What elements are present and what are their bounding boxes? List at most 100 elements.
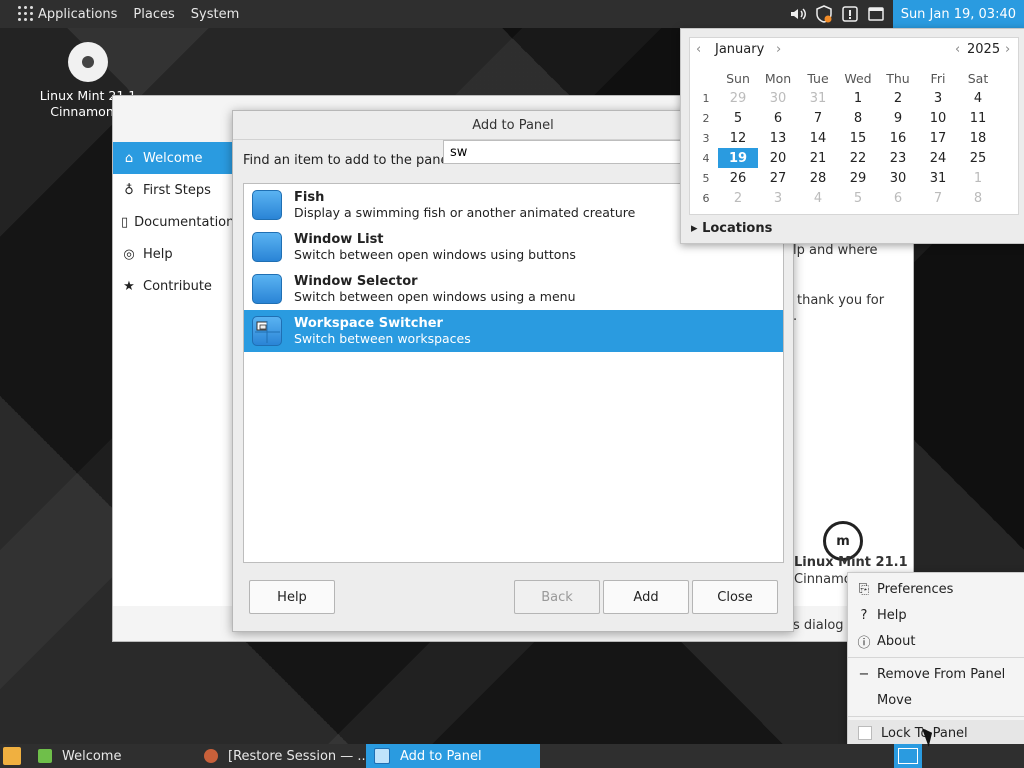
sidebar-item-label: Help [143,246,173,262]
calendar-day[interactable]: 19 [718,148,758,168]
workspace-switcher-applet[interactable] [894,744,922,768]
week-number: 4 [702,151,710,165]
calendar-day[interactable]: 5 [838,188,878,208]
lock-checkbox[interactable] [858,726,872,740]
calendar-day[interactable]: 29 [838,168,878,188]
task-restore-session[interactable]: [Restore Session — ... [196,744,372,768]
weekday-label: Thu [886,70,910,86]
calendar-day[interactable]: 11 [958,108,998,128]
calendar-day[interactable]: 13 [758,128,798,148]
calendar-day[interactable]: 28 [798,168,838,188]
calendar-day[interactable]: 21 [798,148,838,168]
calendar-day[interactable]: 31 [918,168,958,188]
weekday-label: Tue [807,70,829,86]
update-shield-icon[interactable] [813,3,835,25]
sidebar-item-welcome[interactable]: ⌂ Welcome [113,142,233,174]
calendar-day[interactable]: 27 [758,168,798,188]
item-description: Switch between open windows using a menu [294,289,576,304]
brand-line-1: Linux Mint 21.1 [794,555,908,570]
bulb-icon: ♁ [124,182,134,198]
menu-item-about[interactable]: ⓘ About [848,628,1024,654]
calendar-day[interactable]: 7 [918,188,958,208]
applet-context-menu: ⎘ Preferences ? Help ⓘ About − Remove Fr… [847,572,1024,746]
apps-grid-icon [18,6,34,22]
list-item[interactable]: Window Selector Switch between open wind… [244,268,783,310]
calendar-day[interactable]: 1 [958,168,998,188]
calendar-day[interactable]: 2 [718,188,758,208]
menu-item-preferences[interactable]: ⎘ Preferences [848,576,1024,602]
menu-item-lock[interactable]: Lock To Panel [848,720,1024,746]
calendar-day[interactable]: 10 [918,108,958,128]
clock[interactable]: Sun Jan 19, 03:40 [892,0,1024,28]
minus-icon: − [858,666,870,682]
calendar-day[interactable]: 25 [958,148,998,168]
calendar-day[interactable]: 2 [878,88,918,108]
calendar-day[interactable]: 5 [718,108,758,128]
calendar-day[interactable]: 6 [758,108,798,128]
window-list-applet-icon [252,232,282,262]
sidebar-item-contribute[interactable]: ★ Contribute [113,270,233,302]
item-name: Workspace Switcher [294,316,443,331]
places-menu[interactable]: Places [125,0,182,28]
sidebar-item-documentation[interactable]: ▯ Documentation [113,206,234,238]
locations-label: Locations [702,221,773,236]
show-desktop-button[interactable] [0,744,24,768]
calendar-day[interactable]: 7 [798,108,838,128]
next-month-icon[interactable]: › [776,42,781,57]
search-input[interactable] [443,140,693,164]
calendar-header: ‹ January › ‹ 2025 › [690,42,1018,62]
calendar-day[interactable]: 20 [758,148,798,168]
calendar-day[interactable]: 4 [958,88,998,108]
menu-item-label: About [877,633,916,649]
calendar-day[interactable]: 31 [798,88,838,108]
sidebar-item-first-steps[interactable]: ♁ First Steps [113,174,233,206]
calendar-day[interactable]: 16 [878,128,918,148]
close-button[interactable]: Close [692,580,778,614]
calendar-day[interactable]: 30 [878,168,918,188]
task-welcome[interactable]: Welcome [30,744,198,768]
locations-expander[interactable]: ▸ Locations [691,221,772,236]
system-menu[interactable]: System [183,0,247,28]
menu-item-label: Preferences [877,581,954,597]
calendar-day[interactable]: 3 [918,88,958,108]
calendar-day[interactable]: 29 [718,88,758,108]
calendar-day[interactable]: 1 [838,88,878,108]
calendar-day[interactable]: 12 [718,128,758,148]
calendar-day[interactable]: 6 [878,188,918,208]
weekday-label: Sat [967,70,989,86]
help-button[interactable]: Help [249,580,335,614]
calendar-day[interactable]: 4 [798,188,838,208]
calendar-day[interactable]: 23 [878,148,918,168]
workspace-icon[interactable] [865,3,887,25]
calendar-day[interactable]: 8 [958,188,998,208]
calendar-day[interactable]: 8 [838,108,878,128]
task-label: Add to Panel [400,748,482,764]
calendar-day[interactable]: 24 [918,148,958,168]
task-add-to-panel[interactable]: Add to Panel [366,744,540,768]
calendar-day[interactable]: 14 [798,128,838,148]
menu-item-move[interactable]: Move [848,687,1024,713]
welcome-sidebar: ⌂ Welcome ♁ First Steps ▯ Documentation … [113,142,234,606]
calendar-day[interactable]: 17 [918,128,958,148]
calendar-day[interactable]: 30 [758,88,798,108]
calendar-day[interactable]: 15 [838,128,878,148]
menu-item-help[interactable]: ? Help [848,602,1024,628]
sidebar-item-help[interactable]: ◎ Help [113,238,233,270]
calendar-day[interactable]: 3 [758,188,798,208]
calendar-day[interactable]: 9 [878,108,918,128]
restore-session-icon [204,749,218,763]
volume-icon[interactable] [787,3,809,25]
notification-icon[interactable] [839,3,861,25]
back-button[interactable]: Back [514,580,600,614]
prev-month-icon[interactable]: ‹ [696,42,701,57]
menu-item-remove[interactable]: − Remove From Panel [848,661,1024,687]
prev-year-icon[interactable]: ‹ [955,42,960,57]
list-item-selected[interactable]: Workspace Switcher Switch between worksp… [244,310,783,352]
weekday-label: Mon [764,70,792,86]
applications-menu[interactable]: Applications [0,0,125,28]
calendar-day[interactable]: 26 [718,168,758,188]
add-button[interactable]: Add [603,580,689,614]
next-year-icon[interactable]: › [1005,42,1010,57]
calendar-day[interactable]: 22 [838,148,878,168]
calendar-day[interactable]: 18 [958,128,998,148]
